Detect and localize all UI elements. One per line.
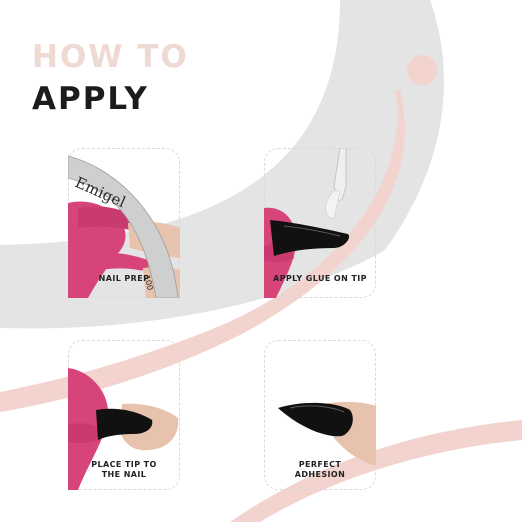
pink-dot-shape <box>407 55 437 85</box>
step-card-place-tip: PLACE TIP TO THE NAIL <box>68 340 180 490</box>
step-caption: PERFECT ADHESION <box>294 460 346 480</box>
step-caption: NAIL PREP <box>98 274 150 283</box>
step-caption: PLACE TIP TO THE NAIL <box>91 460 157 480</box>
step-caption: APPLY GLUE ON TIP <box>273 274 367 283</box>
step-card-nail-prep: Emigel 100 NAIL PREP <box>68 148 180 298</box>
heading-line-2: APPLY <box>32 81 149 117</box>
heading-line-1: HOW TO <box>32 39 189 75</box>
step-card-apply-glue: APPLY GLUE ON TIP <box>264 148 376 298</box>
step-card-perfect-adhesion: PERFECT ADHESION <box>264 340 376 490</box>
